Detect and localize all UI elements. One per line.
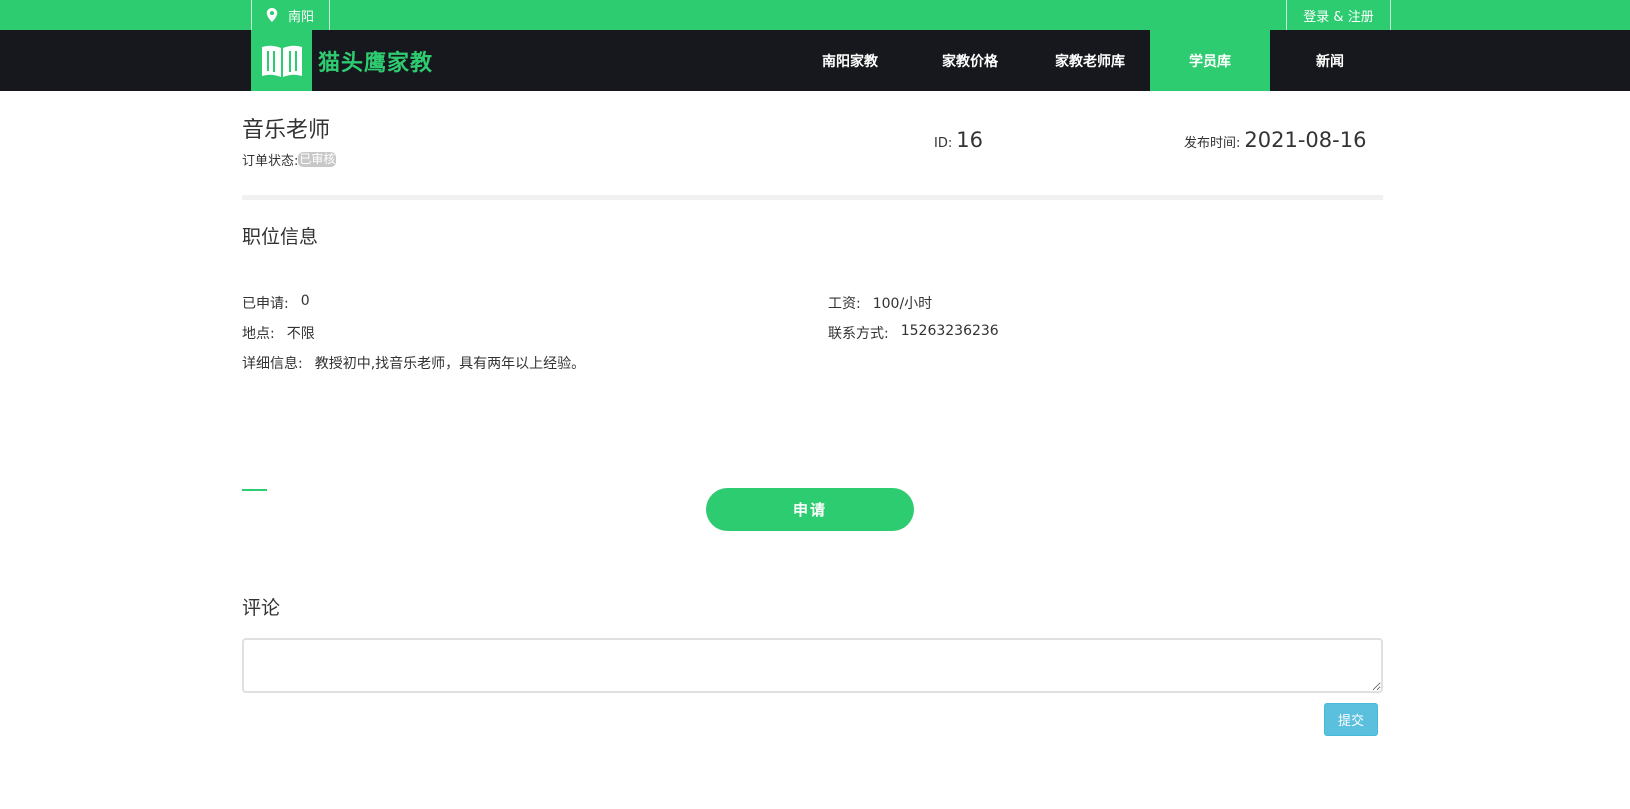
salary-value: 100/小时 — [872, 296, 933, 312]
applied-count: 已申请: 0 — [242, 293, 310, 313]
detail-label: 详细信息: — [242, 356, 303, 372]
apply-button[interactable]: 申请 — [706, 488, 914, 531]
city-label: 南阳 — [288, 9, 315, 25]
salary: 工资: 100/小时 — [828, 293, 932, 313]
nav-item-label: 南阳家教 — [822, 53, 878, 70]
job-id-label: ID: — [934, 136, 953, 151]
login-register-link[interactable]: 登录 & 注册 — [1286, 0, 1391, 30]
nav-item-label: 新闻 — [1316, 53, 1344, 70]
main-navbar: 猫头鹰家教 南阳家教 家教价格 家教老师库 学员库 新闻 — [0, 30, 1630, 91]
open-book-icon — [261, 45, 302, 77]
applied-value: 0 — [300, 293, 310, 309]
salary-label: 工资: — [828, 296, 861, 312]
nav-item-nanyang-tutoring[interactable]: 南阳家教 — [790, 30, 910, 91]
contact-value: 15263236236 — [900, 323, 999, 339]
nav-item-news[interactable]: 新闻 — [1270, 30, 1390, 91]
publish-date-label: 发布时间: — [1184, 136, 1241, 151]
contact: 联系方式: 15263236236 — [828, 323, 999, 343]
detail-info: 详细信息: 教授初中,找音乐老师，具有两年以上经验。 — [242, 353, 585, 373]
job-title: 音乐老师 — [242, 118, 331, 143]
position-info-title: 职位信息 — [242, 226, 319, 248]
location: 地点: 不限 — [242, 323, 315, 343]
nav-item-tutoring-price[interactable]: 家教价格 — [910, 30, 1030, 91]
nav-item-teacher-library[interactable]: 家教老师库 — [1030, 30, 1150, 91]
top-bar: 南阳 登录 & 注册 — [0, 0, 1630, 30]
publish-date: 发布时间: 2021-08-16 — [1184, 128, 1366, 152]
applied-label: 已申请: — [242, 296, 289, 312]
nav-item-label: 家教老师库 — [1055, 53, 1125, 70]
comment-input[interactable] — [242, 638, 1383, 693]
logo-box[interactable] — [251, 30, 312, 91]
nav-item-label: 学员库 — [1189, 53, 1231, 70]
order-status: 订单状态: 已审核 — [242, 150, 337, 169]
nav-item-student-library[interactable]: 学员库 — [1150, 30, 1270, 91]
city-selector[interactable]: 南阳 — [251, 0, 330, 30]
detail-value: 教授初中,找音乐老师，具有两年以上经验。 — [314, 356, 586, 372]
location-label: 地点: — [242, 326, 275, 342]
header-divider — [242, 195, 1383, 200]
job-id: ID: 16 — [934, 128, 983, 152]
status-badge: 已审核 — [298, 152, 337, 167]
job-id-value: 16 — [956, 128, 983, 152]
comments-title: 评论 — [242, 597, 281, 619]
publish-date-value: 2021-08-16 — [1244, 128, 1367, 152]
submit-comment-button[interactable]: 提交 — [1324, 703, 1378, 736]
map-pin-icon — [266, 8, 278, 22]
order-status-label: 订单状态: — [242, 154, 299, 169]
site-logo-text[interactable]: 猫头鹰家教 — [318, 30, 433, 91]
section-accent-line — [242, 489, 267, 491]
contact-label: 联系方式: — [828, 326, 889, 342]
nav-item-label: 家教价格 — [942, 53, 998, 70]
location-value: 不限 — [286, 326, 315, 342]
